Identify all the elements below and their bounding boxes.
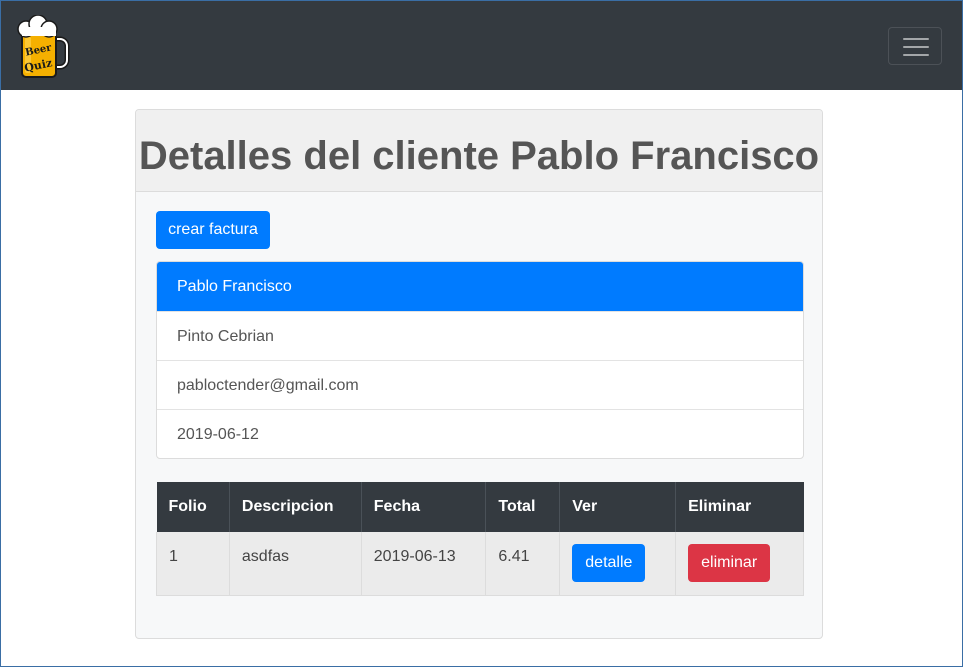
navbar-toggler-button[interactable] [888,27,942,65]
beer-logo[interactable]: Beer Quiz [16,14,70,79]
cell-fecha: 2019-06-13 [361,532,487,596]
cell-descripcion: asdfas [229,532,362,596]
beer-mug-icon: Beer Quiz [17,14,70,78]
detail-button[interactable]: detalle [572,544,646,582]
client-details-card: Detalles del cliente Pablo Francisco cre… [135,109,823,639]
header-total: Total [485,482,561,532]
card-header: Detalles del cliente Pablo Francisco [136,110,822,192]
navbar: Beer Quiz [1,1,962,90]
page-title: Detalles del cliente Pablo Francisco [138,134,820,178]
cell-folio: 1 [156,532,230,596]
cell-eliminar: eliminar [675,532,804,596]
header-ver: Ver [559,482,677,532]
delete-button[interactable]: eliminar [688,544,771,582]
client-name: Pablo Francisco [157,262,803,311]
table-row: 1 asdfas 2019-06-13 6.41 detalle elimina… [156,532,804,596]
client-info-list: Pablo Francisco Pinto Cebrian pabloctend… [156,261,804,459]
hamburger-icon [903,38,929,56]
create-invoice-button[interactable]: crear factura [156,211,270,249]
table-header-row: Folio Descripcion Fecha Total Ver Elimin… [156,482,804,532]
header-folio: Folio [156,482,230,532]
cell-total: 6.41 [485,532,561,596]
header-fecha: Fecha [361,482,487,532]
client-date: 2019-06-12 [157,409,803,458]
invoices-table-wrapper: Folio Descripcion Fecha Total Ver Elimin… [156,482,804,596]
client-email: pabloctender@gmail.com [157,360,803,409]
invoices-table: Folio Descripcion Fecha Total Ver Elimin… [156,482,804,596]
client-surname: Pinto Cebrian [157,311,803,360]
cell-ver: detalle [559,532,677,596]
header-eliminar: Eliminar [675,482,804,532]
header-descripcion: Descripcion [229,482,362,532]
